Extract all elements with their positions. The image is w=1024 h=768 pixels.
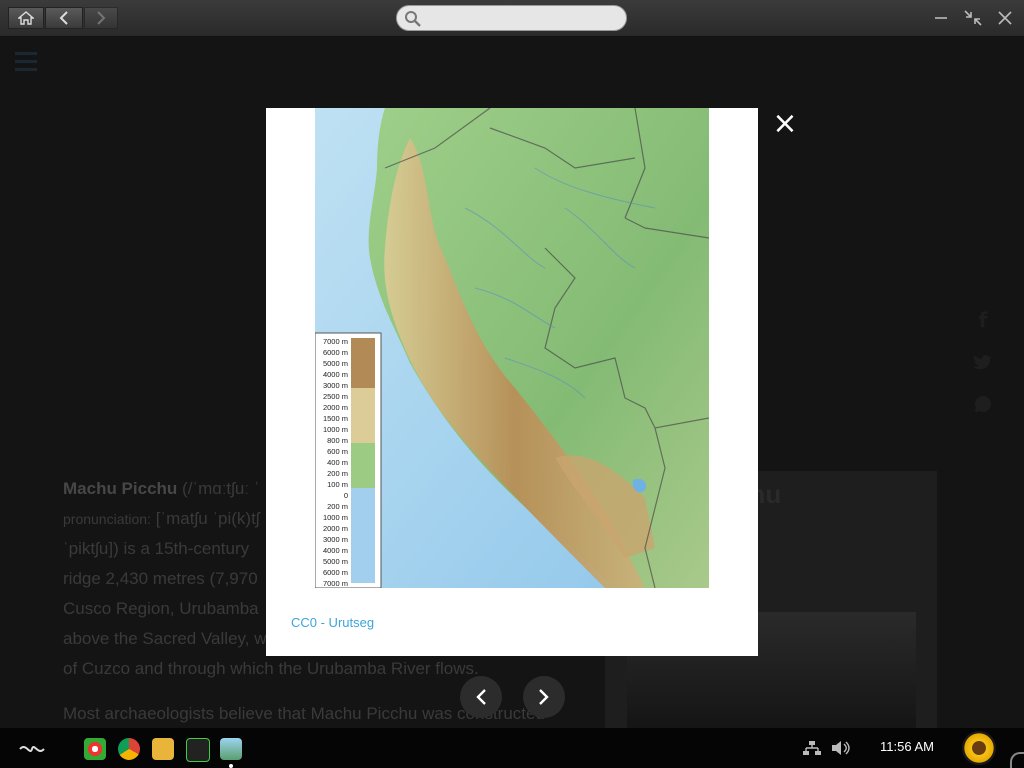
legend-label: 2000 m xyxy=(323,403,348,412)
legend-label: 2500 m xyxy=(323,392,348,401)
files-icon[interactable] xyxy=(152,738,174,760)
back-arrow-icon xyxy=(59,11,68,25)
legend-label: 6000 m xyxy=(323,348,348,357)
browser-titlebar xyxy=(0,0,1024,37)
whatsapp-icon[interactable] xyxy=(958,383,1008,425)
close-window-button[interactable] xyxy=(996,9,1014,27)
legend-label: 1000 m xyxy=(323,513,348,522)
article-line-7: of Cuzco and through which the Urubamba … xyxy=(63,659,479,678)
facebook-icon[interactable]: f xyxy=(958,299,1008,341)
article-title-term: Machu Picchu xyxy=(63,479,178,498)
search-icon xyxy=(405,11,421,27)
power-icon[interactable] xyxy=(1010,752,1024,768)
legend-label: 3000 m xyxy=(323,535,348,544)
legend-label: 800 m xyxy=(327,436,348,445)
taskbar-clock: 11:56 AM xyxy=(880,739,934,754)
legend-label: 4000 m xyxy=(323,546,348,555)
app-store-icon[interactable] xyxy=(84,738,106,760)
legend-label: 5000 m xyxy=(323,359,348,368)
restore-arrows-icon xyxy=(964,10,982,26)
active-app-indicator xyxy=(229,764,233,768)
back-button[interactable] xyxy=(45,7,83,29)
legend-label: 5000 m xyxy=(323,557,348,566)
menu-icon[interactable] xyxy=(15,52,37,76)
share-bar: f xyxy=(958,299,1008,439)
peru-topographic-map[interactable]: 7000 m 6000 m 5000 m 4000 m 3000 m 2500 m 2000… xyxy=(315,108,709,588)
legend-label: 7000 m xyxy=(323,579,348,588)
legend-label: 600 m xyxy=(327,447,348,456)
legend-label: 0 xyxy=(344,491,348,500)
legend-label: 1000 m xyxy=(323,425,348,434)
launcher-icon[interactable] xyxy=(18,741,46,755)
search-input[interactable] xyxy=(396,5,627,31)
network-icon[interactable] xyxy=(803,740,821,760)
previous-image-button[interactable] xyxy=(460,676,502,718)
legend-label: 7000 m xyxy=(323,337,348,346)
browser-app-icon[interactable] xyxy=(220,738,242,760)
legend-label: 6000 m xyxy=(323,568,348,577)
legend-label: 200 m xyxy=(327,469,348,478)
legend-label: 3000 m xyxy=(323,381,348,390)
legend-label: 2000 m xyxy=(323,524,348,533)
image-credit-link[interactable]: CC0 - Urutseg xyxy=(291,615,374,630)
pronunciation-label: pronunciation: xyxy=(63,511,151,527)
close-icon xyxy=(998,11,1012,25)
forward-arrow-icon xyxy=(97,11,106,25)
article-paragraph-2: Most archaeologists believe that Machu P… xyxy=(63,704,545,723)
ipa-text: (/ˈmɑːtʃuː ˈ xyxy=(182,479,260,498)
image-lightbox: 7000 m 6000 m 5000 m 4000 m 3000 m 2500 m 2000… xyxy=(266,108,758,656)
elevation-legend: 7000 m 6000 m 5000 m 4000 m 3000 m 2500 m 2000… xyxy=(315,332,382,588)
legend-label: 400 m xyxy=(327,458,348,467)
home-button[interactable] xyxy=(8,7,44,29)
legend-label: 4000 m xyxy=(323,370,348,379)
minimize-icon xyxy=(935,17,947,19)
legend-label: 1500 m xyxy=(323,414,348,423)
chevron-right-icon xyxy=(539,689,549,705)
terminal-icon[interactable] xyxy=(186,738,210,762)
user-avatar-icon[interactable] xyxy=(962,731,996,765)
chevron-left-icon xyxy=(476,689,486,705)
minimize-button[interactable] xyxy=(932,9,950,27)
restore-button[interactable] xyxy=(964,9,982,27)
forward-button[interactable] xyxy=(84,7,118,29)
volume-icon[interactable] xyxy=(831,740,851,760)
chrome-icon[interactable] xyxy=(118,738,140,760)
home-icon xyxy=(18,11,34,25)
pronunciation-value: [ˈmatʃu ˈpi(k)tʃ xyxy=(155,509,260,528)
next-image-button[interactable] xyxy=(523,676,565,718)
legend-label: 100 m xyxy=(327,480,348,489)
legend-label: 200 m xyxy=(327,502,348,511)
twitter-icon[interactable] xyxy=(958,341,1008,383)
close-lightbox-button[interactable]: × xyxy=(772,109,798,139)
